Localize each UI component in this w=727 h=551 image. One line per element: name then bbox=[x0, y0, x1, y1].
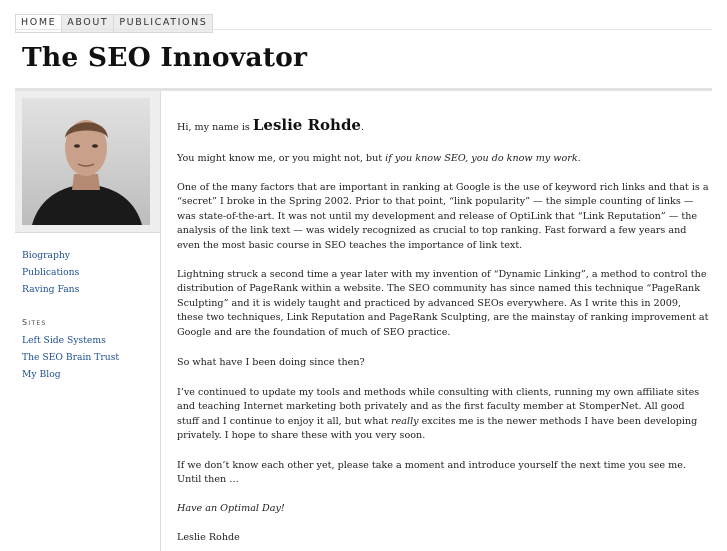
profile-photo bbox=[22, 98, 150, 225]
site-title[interactable]: The SEO Innovator bbox=[22, 42, 307, 73]
tab-home[interactable]: HOME bbox=[15, 14, 63, 33]
tab-about[interactable]: ABOUT bbox=[62, 14, 115, 33]
paragraph-update: I’ve continued to update my tools and me… bbox=[177, 386, 709, 444]
paragraph-introduce: If we don’t know each other yet, please … bbox=[177, 460, 686, 486]
signoff-tagline: Have an Optimal Day! bbox=[177, 502, 709, 516]
sidebar: Biography Publications Raving Fans Sites… bbox=[15, 91, 161, 551]
sidebar-item-raving-fans[interactable]: Raving Fans bbox=[22, 281, 79, 298]
site-link-left-side-systems[interactable]: Left Side Systems bbox=[22, 335, 106, 346]
signature: Leslie Rohde bbox=[177, 532, 240, 543]
greeting: Hi, my name is Leslie Rohde. bbox=[177, 118, 709, 135]
sidebar-item-publications[interactable]: Publications bbox=[22, 264, 79, 281]
site-link-seo-brain-trust[interactable]: The SEO Brain Trust bbox=[22, 352, 119, 363]
paragraph-question: So what have I been doing since then? bbox=[177, 357, 365, 368]
site-link-my-blog[interactable]: My Blog bbox=[22, 369, 61, 380]
site-item-left-side-systems[interactable]: Left Side Systems bbox=[22, 332, 119, 349]
signoff-tagline-text: Have an Optimal Day! bbox=[177, 503, 285, 514]
site-item-seo-brain-trust[interactable]: The SEO Brain Trust bbox=[22, 349, 119, 366]
sidebar-link-publications[interactable]: Publications bbox=[22, 267, 79, 278]
intro-text: You might know me, or you might not, but bbox=[177, 153, 386, 164]
profile-photo-frame bbox=[15, 91, 160, 233]
sites-list: Left Side Systems The SEO Brain Trust My… bbox=[22, 332, 119, 383]
sidebar-link-biography[interactable]: Biography bbox=[22, 250, 70, 261]
intro-paragraph: You might know me, or you might not, but… bbox=[177, 152, 709, 166]
paragraph-link-reputation: One of the many factors that are importa… bbox=[177, 182, 709, 251]
intro-emphasis: if you know SEO, you do know my work. bbox=[385, 153, 581, 164]
greeting-prefix: Hi, my name is bbox=[177, 122, 253, 133]
sidebar-item-biography[interactable]: Biography bbox=[22, 247, 79, 264]
top-navigation: HOME ABOUT PUBLICATIONS bbox=[15, 14, 214, 33]
author-name: Leslie Rohde bbox=[252, 116, 361, 134]
update-emphasis: really bbox=[391, 415, 419, 427]
tab-publications[interactable]: PUBLICATIONS bbox=[114, 14, 214, 33]
paragraph-dynamic-linking: Lightning struck a second time a year la… bbox=[177, 269, 709, 338]
greeting-suffix: . bbox=[360, 122, 365, 133]
sidebar-link-raving-fans[interactable]: Raving Fans bbox=[22, 284, 79, 295]
top-divider bbox=[15, 29, 712, 30]
site-item-my-blog[interactable]: My Blog bbox=[22, 366, 119, 383]
sidebar-nav: Biography Publications Raving Fans bbox=[22, 247, 79, 298]
sites-heading: Sites bbox=[22, 318, 47, 327]
